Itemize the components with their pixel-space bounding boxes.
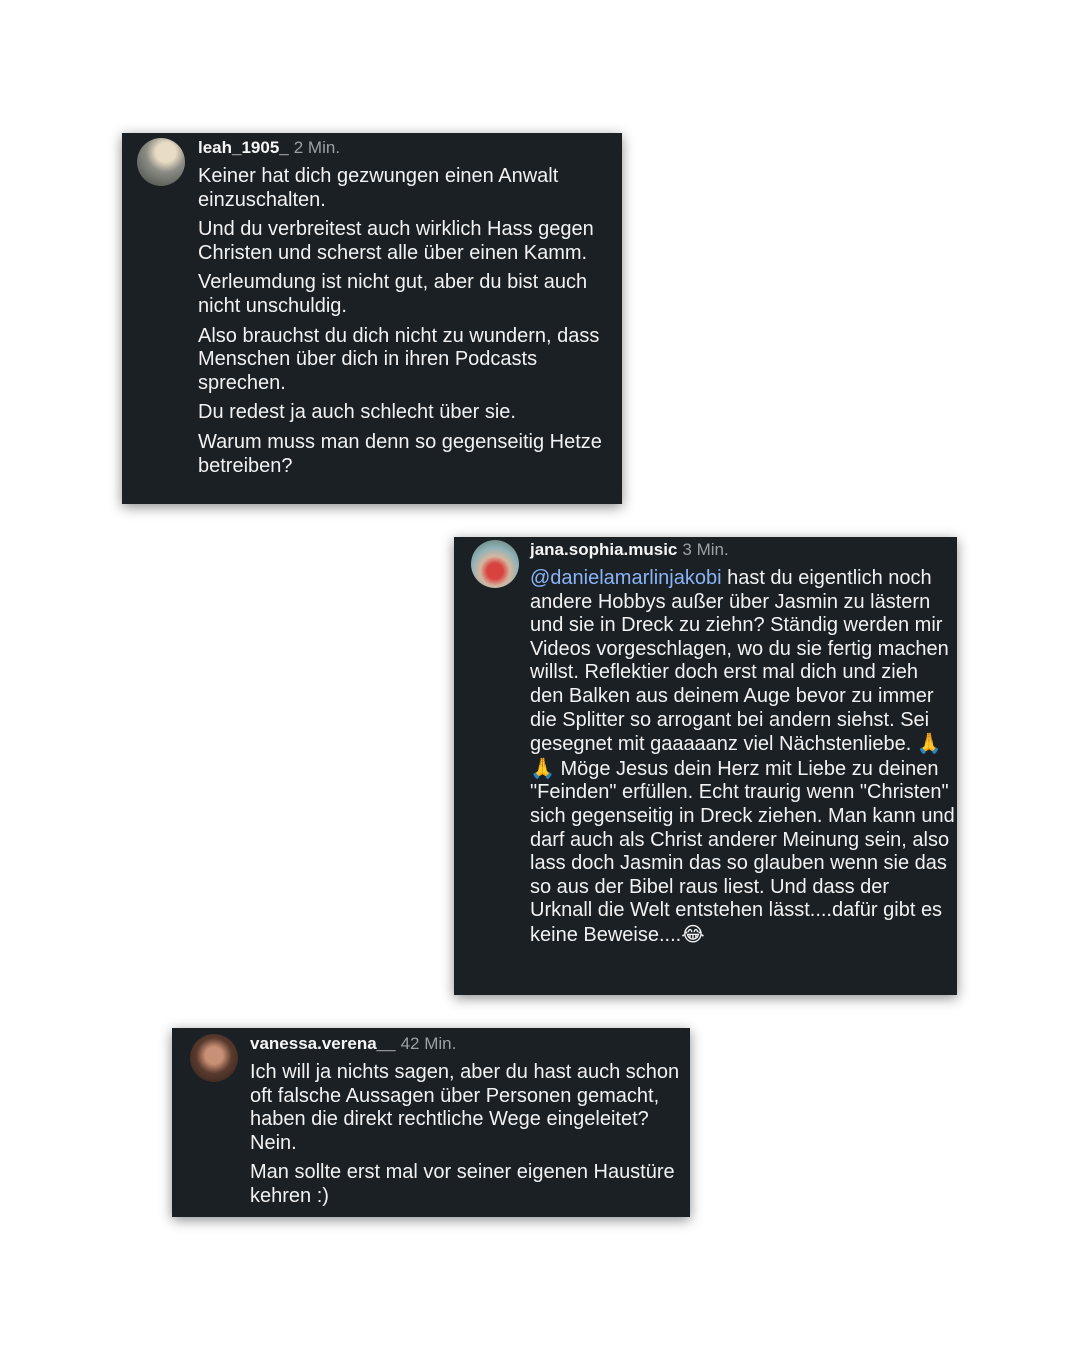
comment-text: Möge Jesus dein Herz mit Liebe zu deinen… [530,757,955,946]
comment-body: jana.sophia.music 3 Min. @danielamarlinja… [530,538,955,948]
comment-paragraph: Verleumdung ist nicht gut, aber du bist … [198,271,588,317]
laughing-emoji-icon: 😂 [681,921,705,946]
comment-paragraph: Ich will ja nichts sagen, aber du hast a… [250,1061,680,1154]
comment-paragraph: Warum muss man denn so gegenseitig Hetze… [198,430,602,477]
username[interactable]: leah_1905_ [198,138,289,157]
comment-card: jana.sophia.music 3 Min. @danielamarlinja… [454,537,957,995]
comment-card: leah_1905_ 2 Min. Keiner hat dich gezwung… [122,133,622,504]
comment-header: leah_1905_ 2 Min. [198,136,618,160]
timestamp: 42 Min. [400,1034,457,1053]
comment-paragraph: Man sollte erst mal vor seiner eigenen H… [250,1161,675,1207]
comment-body: vanessa.verena__ 42 Min. Ich will ja nich… [250,1032,686,1209]
comment-text: hast du eigentlich noch andere Hobbys au… [530,567,949,756]
comment-header: jana.sophia.music 3 Min. [530,538,955,562]
avatar[interactable] [190,1034,238,1082]
username[interactable]: jana.sophia.music [530,540,677,559]
comment-paragraph: Du redest ja auch schlecht über sie. [198,401,516,424]
comment-paragraph: Keiner hat dich gezwungen einen Anwalt e… [198,165,559,211]
timestamp: 3 Min. [682,540,729,559]
comment-card: vanessa.verena__ 42 Min. Ich will ja nich… [172,1028,690,1217]
comment-header: vanessa.verena__ 42 Min. [250,1032,686,1056]
mention-link[interactable]: @danielamarlinjakobi [530,567,722,589]
timestamp: 2 Min. [293,138,341,157]
comment-paragraph: Und du verbreitest auch wirklich Hass ge… [198,218,594,264]
avatar[interactable] [137,138,185,186]
username[interactable]: vanessa.verena__ [250,1034,396,1053]
comment-paragraph: @danielamarlinjakobi hast du eigentlich … [530,567,955,948]
avatar[interactable] [471,540,519,588]
comment-body: leah_1905_ 2 Min. Keiner hat dich gezwung… [198,136,618,478]
comment-paragraph: Also brauchst du dich nicht zu wundern, … [198,324,600,394]
